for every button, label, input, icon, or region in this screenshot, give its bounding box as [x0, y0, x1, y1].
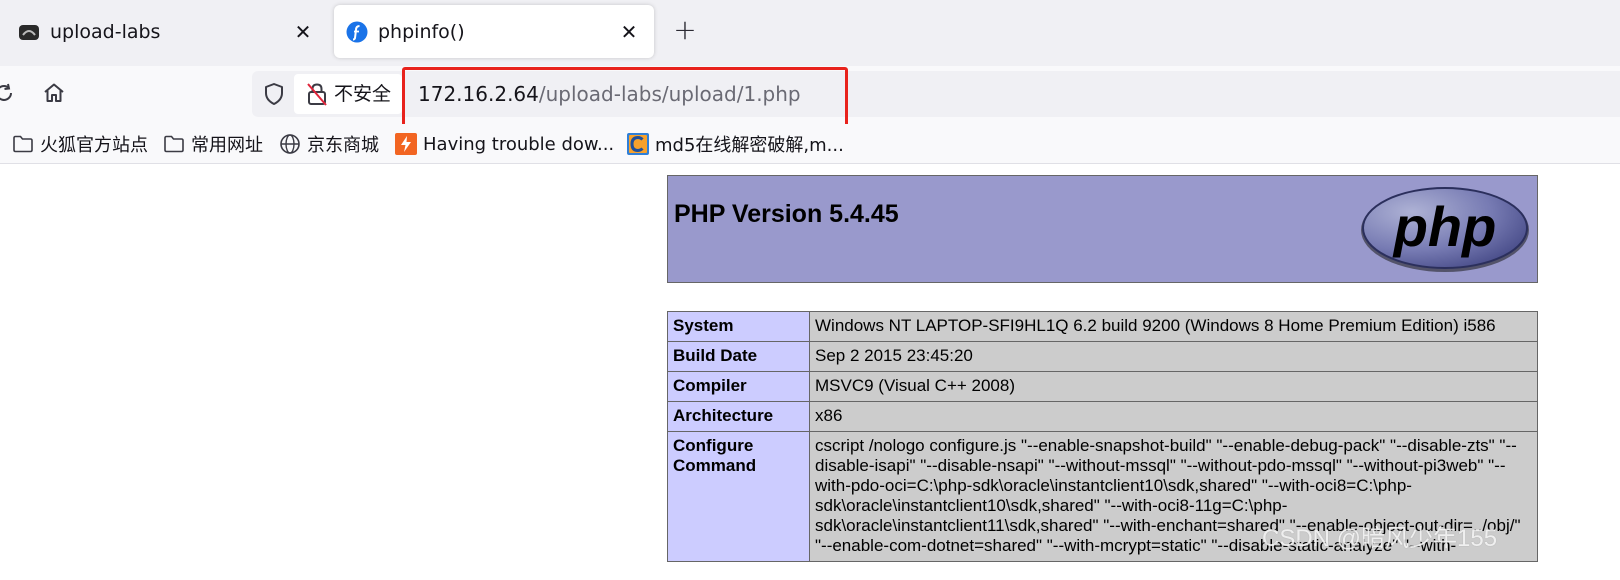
site-security-indicator[interactable]: 不安全	[294, 74, 402, 114]
bookmark-label: 火狐官方站点	[40, 135, 148, 156]
php-logo: php	[1359, 186, 1531, 274]
orange-bookmark-favicon-icon	[395, 133, 417, 155]
bookmark-firefox-official[interactable]: 火狐官方站点	[12, 130, 148, 158]
info-key: Configure Command	[667, 431, 810, 562]
table-row: Compiler MSVC9 (Visual C++ 2008)	[667, 371, 1538, 402]
tab-close-icon[interactable]: ✕	[616, 19, 642, 45]
info-key: Architecture	[667, 401, 810, 432]
tab-close-icon[interactable]: ✕	[290, 19, 316, 45]
info-value: Sep 2 2015 23:45:20	[809, 341, 1538, 372]
bookmark-common-sites[interactable]: 常用网址	[163, 130, 263, 158]
folder-icon	[12, 133, 34, 155]
tab-title: upload-labs	[50, 21, 161, 43]
bookmark-label: 京东商城	[307, 135, 379, 156]
folder-icon	[163, 133, 185, 155]
insecure-label: 不安全	[334, 83, 392, 105]
home-icon	[42, 81, 66, 109]
table-row: Architecture x86	[667, 401, 1538, 432]
info-value: Windows NT LAPTOP-SFI9HL1Q 6.2 build 920…	[809, 311, 1538, 342]
php-favicon-icon	[346, 21, 368, 43]
upload-labs-favicon-icon	[18, 21, 40, 43]
bookmark-md5[interactable]: md5在线解密破解,m...	[627, 130, 844, 158]
home-button[interactable]	[36, 77, 72, 113]
tab-phpinfo[interactable]: phpinfo() ✕	[334, 5, 654, 58]
url-highlight-box	[402, 67, 848, 128]
table-row: System Windows NT LAPTOP-SFI9HL1Q 6.2 bu…	[667, 311, 1538, 342]
new-tab-button[interactable]: +	[670, 16, 700, 46]
tab-strip: upload-labs ✕ phpinfo() ✕ +	[0, 0, 1620, 66]
table-row: Build Date Sep 2 2015 23:45:20	[667, 341, 1538, 372]
bookmark-label: Having trouble dow...	[423, 133, 615, 155]
c-bookmark-favicon-icon	[627, 133, 649, 155]
info-key: Build Date	[667, 341, 810, 372]
bookmark-label: md5在线解密破解,m...	[655, 135, 844, 156]
info-value: x86	[809, 401, 1538, 432]
info-value: MSVC9 (Visual C++ 2008)	[809, 371, 1538, 402]
bookmark-jd[interactable]: 京东商城	[279, 130, 379, 158]
bookmark-label: 常用网址	[191, 135, 263, 156]
bookmark-having-trouble[interactable]: Having trouble dow...	[395, 130, 614, 158]
php-version-title: PHP Version 5.4.45	[674, 200, 899, 228]
php-logo-text: php	[1392, 195, 1497, 258]
info-key: Compiler	[667, 371, 810, 402]
globe-icon	[279, 133, 301, 155]
bookmarks-toolbar: 火狐官方站点 常用网址 京东商城 Having trouble dow... m…	[0, 124, 1620, 164]
info-key: System	[667, 311, 810, 342]
tab-upload-labs[interactable]: upload-labs ✕	[6, 5, 328, 58]
shield-icon[interactable]	[260, 80, 288, 108]
csdn-watermark: CSDN @暗风少年155	[1262, 525, 1498, 552]
reload-button[interactable]	[0, 77, 22, 113]
tab-title: phpinfo()	[378, 21, 465, 43]
reload-icon	[0, 82, 15, 108]
insecure-lock-icon	[306, 82, 328, 110]
phpinfo-header: PHP Version 5.4.45 php	[667, 175, 1538, 283]
